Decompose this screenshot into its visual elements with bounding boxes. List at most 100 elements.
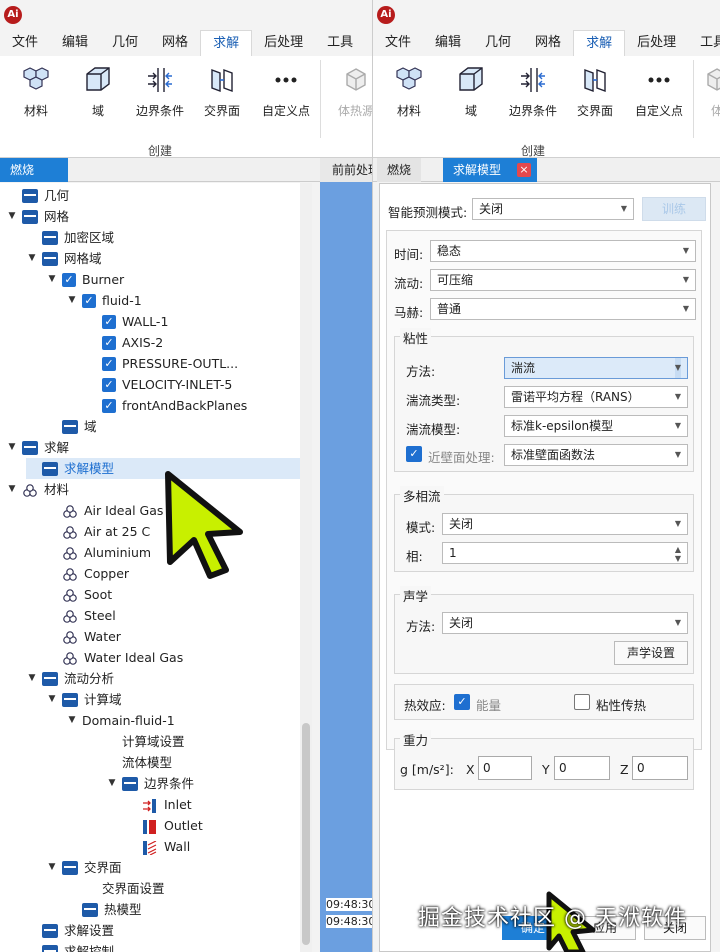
expand-arrow-icon[interactable]: ▼ bbox=[106, 773, 118, 794]
tree-node[interactable]: ▼ 求解 bbox=[6, 437, 69, 458]
tree-node[interactable]: ▼ 网格 bbox=[6, 206, 69, 227]
tree-node[interactable]: Wall bbox=[126, 836, 190, 857]
tab-combustion[interactable]: 燃烧 bbox=[377, 158, 422, 182]
checkbox-icon[interactable]: ✓ bbox=[102, 314, 116, 329]
menu-postprocess[interactable]: 后处理 bbox=[625, 30, 688, 56]
mach-select[interactable]: 普通 ▼ bbox=[430, 298, 696, 320]
tree-node[interactable]: ▼ 材料 bbox=[6, 479, 69, 500]
interface-button[interactable]: 交界面 bbox=[192, 64, 252, 119]
tree-node[interactable]: ▼ 流动分析 bbox=[26, 668, 114, 689]
tree-node[interactable]: Soot bbox=[46, 584, 112, 605]
custom-point-button[interactable]: 自定义点 bbox=[629, 64, 689, 119]
domain-button[interactable]: 域 bbox=[68, 64, 128, 119]
tree-node[interactable]: 域 bbox=[46, 416, 97, 437]
tree-node[interactable]: 求解控制 bbox=[26, 941, 114, 952]
menu-file[interactable]: 文件 bbox=[373, 30, 423, 56]
menu-tools[interactable]: 工具 bbox=[688, 30, 720, 56]
expand-arrow-icon[interactable]: ▼ bbox=[46, 689, 58, 710]
expand-arrow-icon[interactable]: ▼ bbox=[6, 206, 18, 227]
tree-node[interactable]: 交界面设置 bbox=[86, 878, 165, 899]
tree-node[interactable]: ✓ VELOCITY-INLET-5 bbox=[86, 374, 232, 395]
turb-type-select[interactable]: 雷诺平均方程（RANS） ▼ bbox=[504, 386, 688, 408]
tree-node[interactable]: ✓ PRESSURE-OUTL... bbox=[86, 353, 238, 374]
tree-node[interactable]: ▼ Domain-fluid-1 bbox=[66, 710, 175, 731]
checkbox-icon[interactable]: ✓ bbox=[62, 272, 76, 287]
tree-node[interactable]: Aluminium bbox=[46, 542, 151, 563]
tree-node[interactable]: Inlet bbox=[126, 794, 192, 815]
tree-node[interactable]: Water bbox=[46, 626, 121, 647]
viscous-heating-checkbox[interactable] bbox=[574, 694, 590, 710]
tree-node[interactable]: Steel bbox=[46, 605, 116, 626]
tab-solver-model[interactable]: 求解模型 × bbox=[443, 158, 537, 182]
tree-scrollbar[interactable] bbox=[300, 183, 312, 952]
mp-phase-spinbox[interactable]: 1 ▲ ▼ bbox=[442, 542, 688, 564]
spin-arrows-icon[interactable]: ▲ ▼ bbox=[675, 545, 681, 563]
material-button[interactable]: 材料 bbox=[379, 64, 439, 119]
tree-node[interactable]: ▼ 计算域 bbox=[46, 689, 122, 710]
tree-node[interactable]: ✓ frontAndBackPlanes bbox=[86, 395, 247, 416]
expand-arrow-icon[interactable]: ▼ bbox=[26, 248, 38, 269]
expand-arrow-icon[interactable]: ▼ bbox=[46, 857, 58, 878]
tree-node[interactable]: Air at 25 C bbox=[46, 521, 150, 542]
tree-node[interactable]: 求解设置 bbox=[26, 920, 114, 941]
menu-tools[interactable]: 工具 bbox=[315, 30, 365, 56]
tree-node[interactable]: ▼ ✓ fluid-1 bbox=[66, 290, 142, 311]
tree-node[interactable]: ✓ AXIS-2 bbox=[86, 332, 163, 353]
tree-node[interactable]: 几何 bbox=[6, 185, 69, 206]
expand-arrow-icon[interactable]: ▼ bbox=[46, 269, 58, 290]
train-button[interactable]: 训练 bbox=[642, 197, 706, 221]
volume-heat-source-button[interactable]: 体 bbox=[687, 64, 720, 119]
gravity-x-input[interactable]: 0 bbox=[478, 756, 532, 780]
close-icon[interactable]: × bbox=[517, 163, 531, 177]
tree-node[interactable]: 计算域设置 bbox=[106, 731, 185, 752]
volume-heat-source-button[interactable]: 体热源 bbox=[326, 64, 372, 119]
menu-mesh[interactable]: 网格 bbox=[150, 30, 200, 56]
tab-preprocess[interactable]: 前前处理 bbox=[320, 158, 372, 182]
domain-button[interactable]: 域 bbox=[441, 64, 501, 119]
menu-geometry[interactable]: 几何 bbox=[100, 30, 150, 56]
turb-model-select[interactable]: 标准k-epsilon模型 ▼ bbox=[504, 415, 688, 437]
tree-node[interactable]: ▼ 网格域 bbox=[26, 248, 102, 269]
tree-node[interactable]: ✓ WALL-1 bbox=[86, 311, 168, 332]
expand-arrow-icon[interactable]: ▼ bbox=[6, 437, 18, 458]
checkbox-icon[interactable]: ✓ bbox=[102, 335, 116, 350]
menu-solve[interactable]: 求解 bbox=[573, 30, 626, 56]
menu-edit[interactable]: 编辑 bbox=[50, 30, 100, 56]
tree-node[interactable]: ▼ 交界面 bbox=[46, 857, 122, 878]
expand-arrow-icon[interactable]: ▼ bbox=[6, 479, 18, 500]
gravity-z-input[interactable]: 0 bbox=[632, 756, 688, 780]
menu-edit[interactable]: 编辑 bbox=[423, 30, 473, 56]
tree-node[interactable]: 热模型 bbox=[66, 899, 142, 920]
gravity-y-input[interactable]: 0 bbox=[554, 756, 610, 780]
scrollbar-thumb[interactable] bbox=[302, 723, 310, 945]
boundary-condition-button[interactable]: 边界条件 bbox=[130, 64, 190, 119]
expand-arrow-icon[interactable]: ▼ bbox=[66, 710, 78, 731]
checkbox-icon[interactable]: ✓ bbox=[102, 356, 116, 371]
menu-geometry[interactable]: 几何 bbox=[473, 30, 523, 56]
near-wall-select[interactable]: 标准壁面函数法 ▼ bbox=[504, 444, 688, 466]
tab-combustion[interactable]: 燃烧 bbox=[0, 158, 68, 182]
visc-method-select[interactable]: 湍流 ▼ bbox=[504, 357, 688, 379]
boundary-condition-button[interactable]: 边界条件 bbox=[503, 64, 563, 119]
menu-postprocess[interactable]: 后处理 bbox=[252, 30, 315, 56]
ac-method-select[interactable]: 关闭 ▼ bbox=[442, 612, 688, 634]
tree-node[interactable]: ▼ 边界条件 bbox=[106, 773, 194, 794]
menu-mesh[interactable]: 网格 bbox=[523, 30, 573, 56]
smart-mode-select[interactable]: 关闭 ▼ bbox=[472, 198, 634, 220]
tree-node[interactable]: 流体模型 bbox=[106, 752, 172, 773]
tree-node[interactable]: Water Ideal Gas bbox=[46, 647, 183, 668]
checkbox-icon[interactable]: ✓ bbox=[102, 398, 116, 413]
menu-file[interactable]: 文件 bbox=[0, 30, 50, 56]
near-wall-checkbox[interactable]: ✓ bbox=[406, 446, 422, 462]
expand-arrow-icon[interactable]: ▼ bbox=[26, 668, 38, 689]
interface-button[interactable]: 交界面 bbox=[565, 64, 625, 119]
tree-node[interactable]: 加密区域 bbox=[26, 227, 114, 248]
menu-solve[interactable]: 求解 bbox=[200, 30, 253, 56]
tree-node[interactable]: Air Ideal Gas bbox=[46, 500, 163, 521]
custom-point-button[interactable]: 自定义点 bbox=[256, 64, 316, 119]
material-button[interactable]: 材料 bbox=[6, 64, 66, 119]
acoustics-settings-button[interactable]: 声学设置 bbox=[614, 641, 688, 665]
energy-checkbox[interactable]: ✓ bbox=[454, 694, 470, 710]
checkbox-icon[interactable]: ✓ bbox=[102, 377, 116, 392]
flow-select[interactable]: 可压缩 ▼ bbox=[430, 269, 696, 291]
